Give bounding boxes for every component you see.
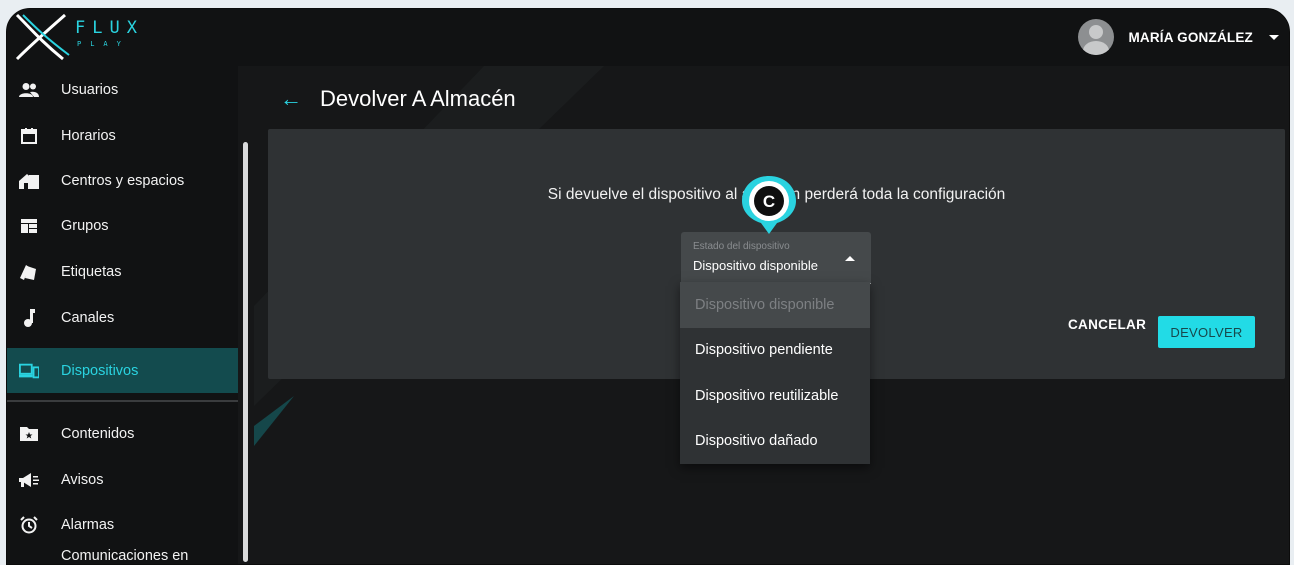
option-danado[interactable]: Dispositivo dañado [680, 419, 870, 465]
option-pendiente[interactable]: Dispositivo pendiente [680, 328, 870, 374]
users-icon [19, 80, 39, 100]
logo-subtext: PLAY [77, 40, 130, 48]
sidebar-item-label: Comunicaciones en [61, 548, 189, 564]
return-button[interactable]: DEVOLVER [1158, 316, 1255, 348]
grid-icon [19, 216, 39, 236]
calendar-icon [19, 126, 39, 146]
user-name[interactable]: MARÍA GONZÁLEZ [1128, 30, 1253, 45]
flux-logo[interactable]: FLUX PLAY [13, 11, 143, 63]
megaphone-icon [19, 470, 39, 490]
marker-letter: C [763, 192, 775, 211]
select-value: Dispositivo disponible [693, 258, 819, 273]
music-note-icon [19, 308, 39, 328]
top-bar: FLUX PLAY MARÍA GONZÁLEZ [7, 9, 1289, 66]
annotation-marker: C [739, 174, 799, 236]
sidebar-item-label: Contenidos [61, 425, 135, 442]
sidebar-item-alarmas[interactable]: Alarmas [7, 502, 238, 547]
sidebar-scrollbar[interactable] [243, 142, 248, 562]
sidebar-item-etiquetas[interactable]: Etiquetas [7, 249, 238, 294]
caret-up-icon [845, 256, 855, 261]
logo-text: FLUX [75, 18, 144, 38]
sidebar-item-grupos[interactable]: Grupos [7, 203, 238, 248]
sidebar-item-horarios[interactable]: Horarios [7, 113, 238, 158]
sidebar-item-label: Grupos [61, 217, 109, 234]
sidebar-item-dispositivos[interactable]: Dispositivos [7, 348, 238, 393]
sidebar-item-label: Canales [61, 309, 115, 326]
option-disponible: Dispositivo disponible [680, 282, 870, 328]
map-pin-icon: C [742, 176, 796, 234]
sidebar-item-label: Alarmas [61, 516, 115, 533]
devices-icon [19, 361, 39, 381]
device-status-select[interactable]: Estado del dispositivo Dispositivo dispo… [681, 232, 871, 284]
sidebar-item-label: Horarios [61, 127, 116, 144]
select-label: Estado del dispositivo [693, 241, 790, 252]
sidebar-divider [7, 400, 238, 402]
sidebar-item-centros[interactable]: Centros y espacios [7, 158, 238, 203]
sidebar-item-label: Usuarios [61, 81, 119, 98]
home-icon [19, 171, 39, 191]
page-header: ← Devolver A Almacén [280, 86, 516, 112]
caret-down-icon[interactable] [1269, 34, 1279, 40]
sidebar: Usuarios Horarios Centros y espacios Gru… [7, 66, 238, 564]
avatar[interactable] [1078, 19, 1115, 55]
option-reutilizable[interactable]: Dispositivo reutilizable [680, 373, 870, 419]
cancel-button[interactable]: CANCELAR [1068, 317, 1146, 332]
sidebar-item-contenidos[interactable]: Contenidos [7, 411, 238, 456]
sidebar-item-comunicaciones[interactable]: Comunicaciones en [7, 544, 238, 564]
sidebar-item-label: Avisos [61, 471, 104, 488]
page-title: Devolver A Almacén [320, 86, 516, 111]
back-arrow-icon[interactable]: ← [280, 88, 302, 110]
tags-icon [19, 262, 39, 282]
device-status-dropdown: Dispositivo disponible Dispositivo pendi… [680, 282, 870, 464]
sidebar-item-label: Etiquetas [61, 263, 122, 280]
sidebar-item-canales[interactable]: Canales [7, 295, 238, 340]
sidebar-item-label: Dispositivos [61, 362, 139, 379]
sidebar-item-avisos[interactable]: Avisos [7, 457, 238, 502]
user-menu[interactable]: MARÍA GONZÁLEZ [1078, 19, 1279, 55]
folder-star-icon [19, 424, 39, 444]
logo-x-icon [15, 13, 70, 61]
app-window: FLUX PLAY MARÍA GONZÁLEZ Usuarios Horari… [6, 8, 1290, 565]
sidebar-item-label: Centros y espacios [61, 172, 185, 189]
sidebar-item-usuarios[interactable]: Usuarios [7, 67, 238, 112]
alarm-icon [19, 515, 39, 535]
